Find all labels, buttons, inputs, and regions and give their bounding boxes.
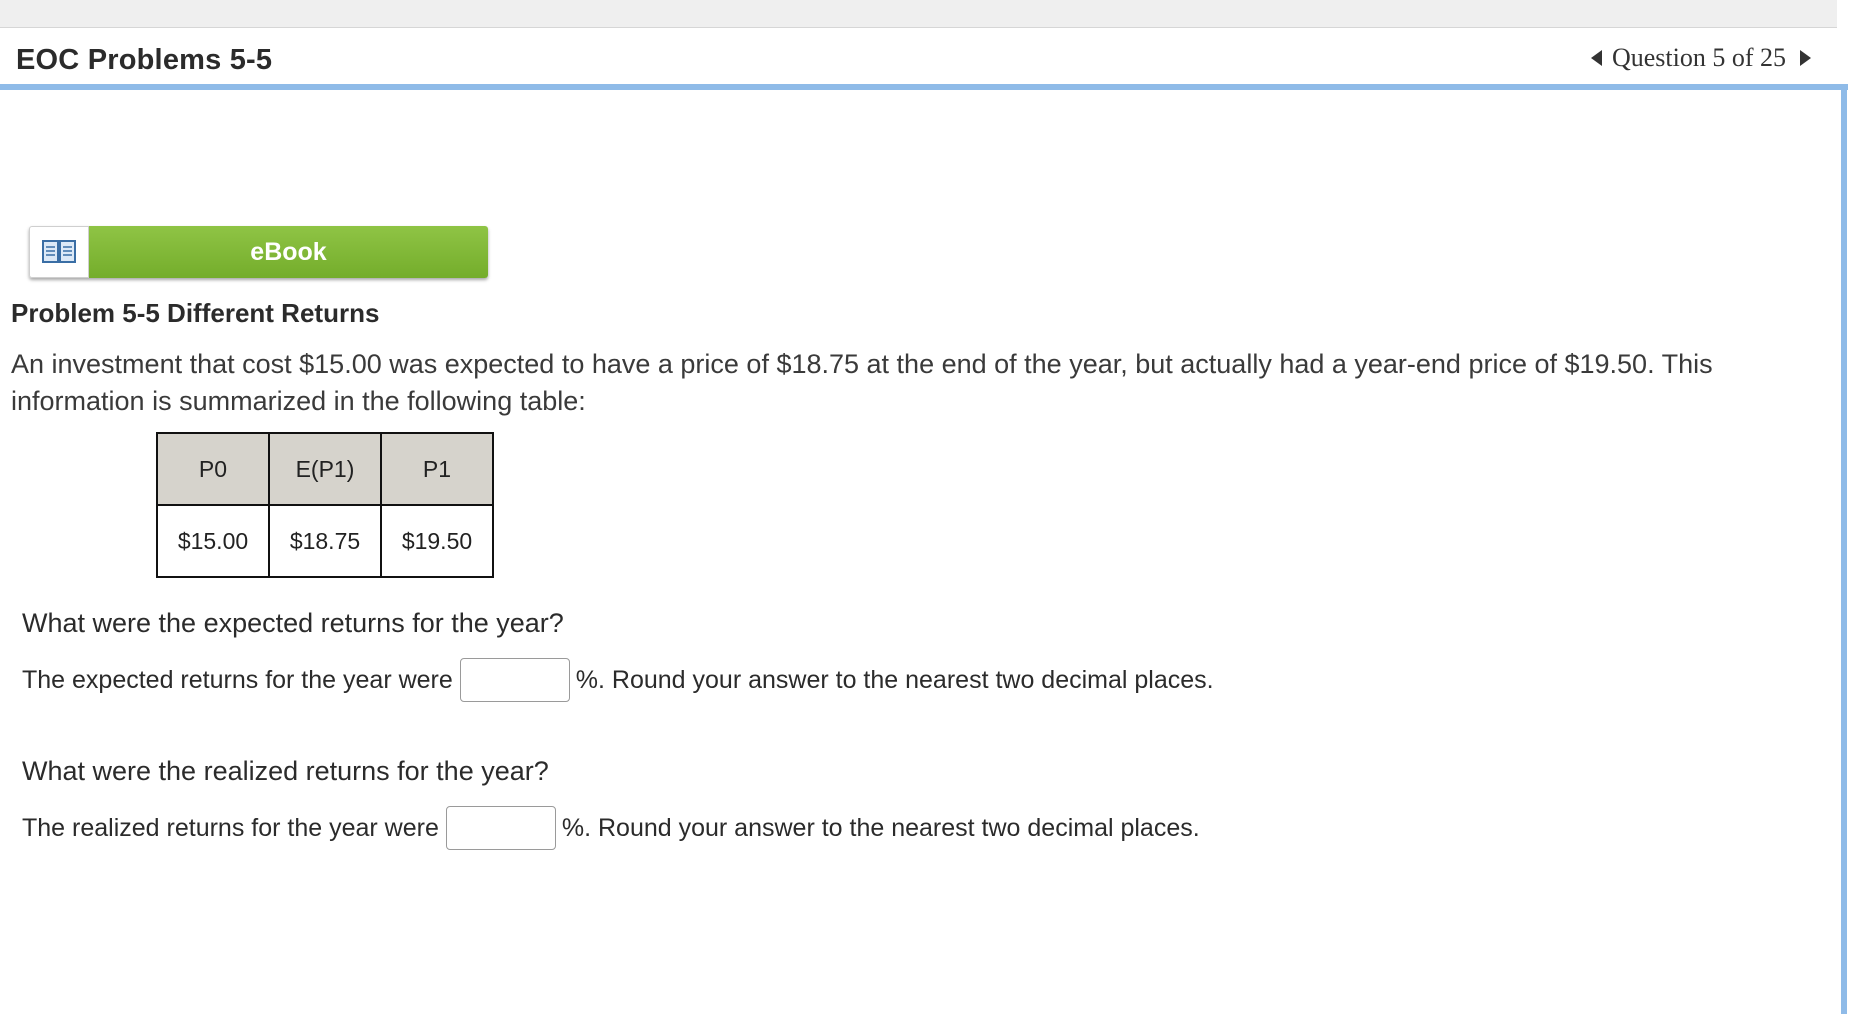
table-cell: $19.50 bbox=[380, 504, 494, 578]
question-2-heading: What were the realized returns for the y… bbox=[22, 756, 549, 786]
price-table: P0 E(P1) P1 $15.00 $18.75 $19.50 bbox=[156, 432, 494, 578]
table-header-row: P0 E(P1) P1 bbox=[156, 432, 494, 506]
table-header-cell: E(P1) bbox=[268, 432, 382, 506]
table-row: $15.00 $18.75 $19.50 bbox=[156, 504, 494, 578]
question-counter: Question 5 of 25 bbox=[1611, 43, 1786, 72]
top-band bbox=[0, 0, 1837, 28]
question-1-suffix: %. Round your answer to the nearest two … bbox=[575, 665, 1214, 694]
table-header-cell: P1 bbox=[380, 432, 494, 506]
previous-question-icon[interactable] bbox=[1590, 50, 1602, 66]
ebook-label: eBook bbox=[89, 226, 488, 278]
question-navigator: Question 5 of 25 bbox=[1590, 43, 1811, 73]
table-cell: $18.75 bbox=[268, 504, 382, 578]
question-1-prefix: The expected returns for the year were bbox=[22, 665, 453, 694]
book-icon bbox=[29, 226, 89, 278]
expected-return-input[interactable] bbox=[459, 658, 570, 702]
problem-title: Problem 5-5 Different Returns bbox=[11, 298, 380, 328]
question-1-answer-line: The expected returns for the year were %… bbox=[22, 658, 1214, 702]
page-title: EOC Problems 5-5 bbox=[16, 44, 273, 76]
question-2-answer-line: The realized returns for the year were %… bbox=[22, 806, 1200, 850]
question-1-heading: What were the expected returns for the y… bbox=[22, 608, 564, 638]
header-bar: EOC Problems 5-5 Question 5 of 25 bbox=[0, 28, 1837, 84]
content-frame-border bbox=[1841, 86, 1847, 1014]
realized-return-input[interactable] bbox=[445, 806, 556, 850]
question-2-suffix: %. Round your answer to the nearest two … bbox=[561, 813, 1200, 842]
ebook-button[interactable]: eBook bbox=[29, 226, 488, 278]
table-cell: $15.00 bbox=[156, 504, 270, 578]
table-header-cell: P0 bbox=[156, 432, 270, 506]
question-2-prefix: The realized returns for the year were bbox=[22, 813, 439, 842]
next-question-icon[interactable] bbox=[1800, 50, 1811, 66]
problem-description: An investment that cost $15.00 was expec… bbox=[11, 349, 1713, 416]
header-divider bbox=[0, 84, 1848, 90]
